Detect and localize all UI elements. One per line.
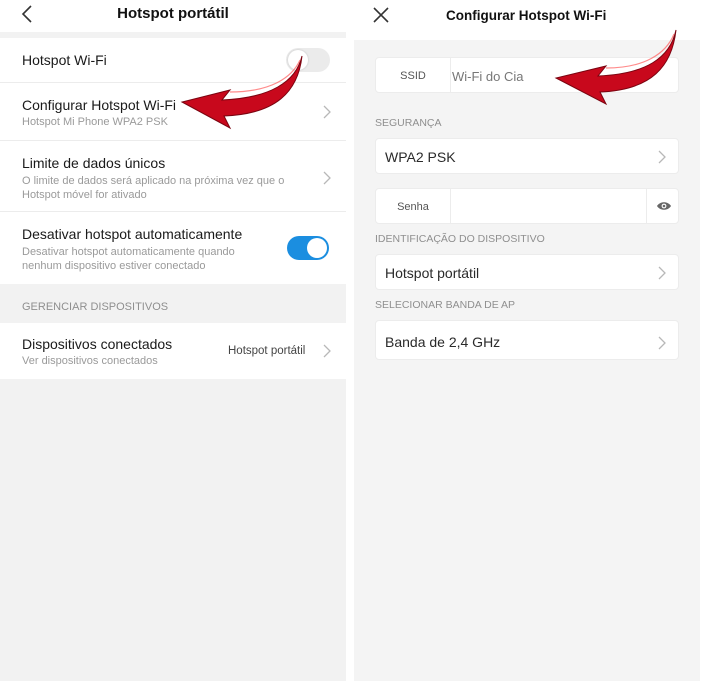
senha-label: Senha [397,201,429,213]
hotspot-wifi-row[interactable]: Hotspot Wi-Fi [0,38,346,82]
hotspot-wifi-toggle[interactable] [286,48,330,72]
section-header-seguranca: SEGURANÇA [375,117,442,129]
seguranca-select[interactable]: WPA2 PSK [375,138,679,174]
limite-dados-row[interactable]: Limite de dados únicos O limite de dados… [0,141,346,211]
panel-gap [346,0,354,681]
desativar-hotspot-subtitle: Desativar hotspot automaticamente quando… [22,246,235,272]
banda-value: Banda de 2,4 GHz [385,334,501,350]
toggle-knob [307,238,327,258]
dispositivos-conectados-label: Dispositivos conectados [22,336,173,352]
chevron-right-icon [657,266,667,280]
hotspot-options-list: Hotspot Wi-Fi Configurar Hotspot Wi-Fi H… [0,38,346,284]
hotspot-settings-screen: Hotspot portátil Hotspot Wi-Fi Configura… [0,0,346,681]
screenshot-composite: Hotspot portátil Hotspot Wi-Fi Configura… [0,0,702,681]
desativar-hotspot-label: Desativar hotspot automaticamente [22,226,243,242]
desativar-hotspot-row[interactable]: Desativar hotspot automaticamente Desati… [0,212,346,284]
field-separator [450,58,451,92]
chevron-right-icon [322,105,332,119]
ssid-label: SSID [400,70,426,82]
ssid-field[interactable]: SSID Wi-Fi do Cia [375,57,679,93]
desativar-hotspot-toggle[interactable] [287,236,329,260]
toggle-knob [288,50,308,70]
configurar-hotspot-label: Configurar Hotspot Wi-Fi [22,97,177,113]
page-title: Configurar Hotspot Wi-Fi [446,8,607,23]
chevron-right-icon [322,171,332,185]
top-bar: Configurar Hotspot Wi-Fi [354,0,700,40]
eye-icon[interactable] [656,200,672,212]
ssid-input[interactable]: Wi-Fi do Cia [452,69,524,84]
chevron-right-icon [322,344,332,358]
field-separator [646,189,647,223]
section-header-identificacao: IDENTIFICAÇÃO DO DISPOSITIVO [375,233,545,245]
seguranca-value: WPA2 PSK [385,149,456,165]
configurar-hotspot-subtitle: Hotspot Mi Phone WPA2 PSK [22,116,168,128]
page-title: Hotspot portátil [117,5,229,22]
dispositivos-conectados-value: Hotspot portátil [228,345,306,357]
banda-select[interactable]: Banda de 2,4 GHz [375,320,679,360]
dispositivos-conectados-subtitle: Ver dispositivos conectados [22,355,158,367]
configurar-hotspot-row[interactable]: Configurar Hotspot Wi-Fi Hotspot Mi Phon… [0,83,346,140]
identificacao-select[interactable]: Hotspot portátil [375,254,679,290]
senha-field[interactable]: Senha [375,188,679,224]
limite-dados-subtitle: O limite de dados será aplicado na próxi… [22,175,285,201]
chevron-right-icon [657,150,667,164]
limite-dados-label: Limite de dados únicos [22,155,166,171]
section-header-banda: SELECIONAR BANDA DE AP [375,299,516,311]
hotspot-wifi-label: Hotspot Wi-Fi [22,52,107,68]
close-icon[interactable] [372,6,390,24]
top-bar: Hotspot portátil [0,0,346,32]
configurar-hotspot-screen: Configurar Hotspot Wi-Fi SSID Wi-Fi do C… [354,0,700,681]
dispositivos-conectados-row[interactable]: Dispositivos conectados Ver dispositivos… [0,323,346,379]
identificacao-value: Hotspot portátil [385,265,480,281]
section-header-gerenciar: GERENCIAR DISPOSITIVOS [22,301,169,313]
chevron-right-icon [657,336,667,350]
field-separator [450,189,451,223]
